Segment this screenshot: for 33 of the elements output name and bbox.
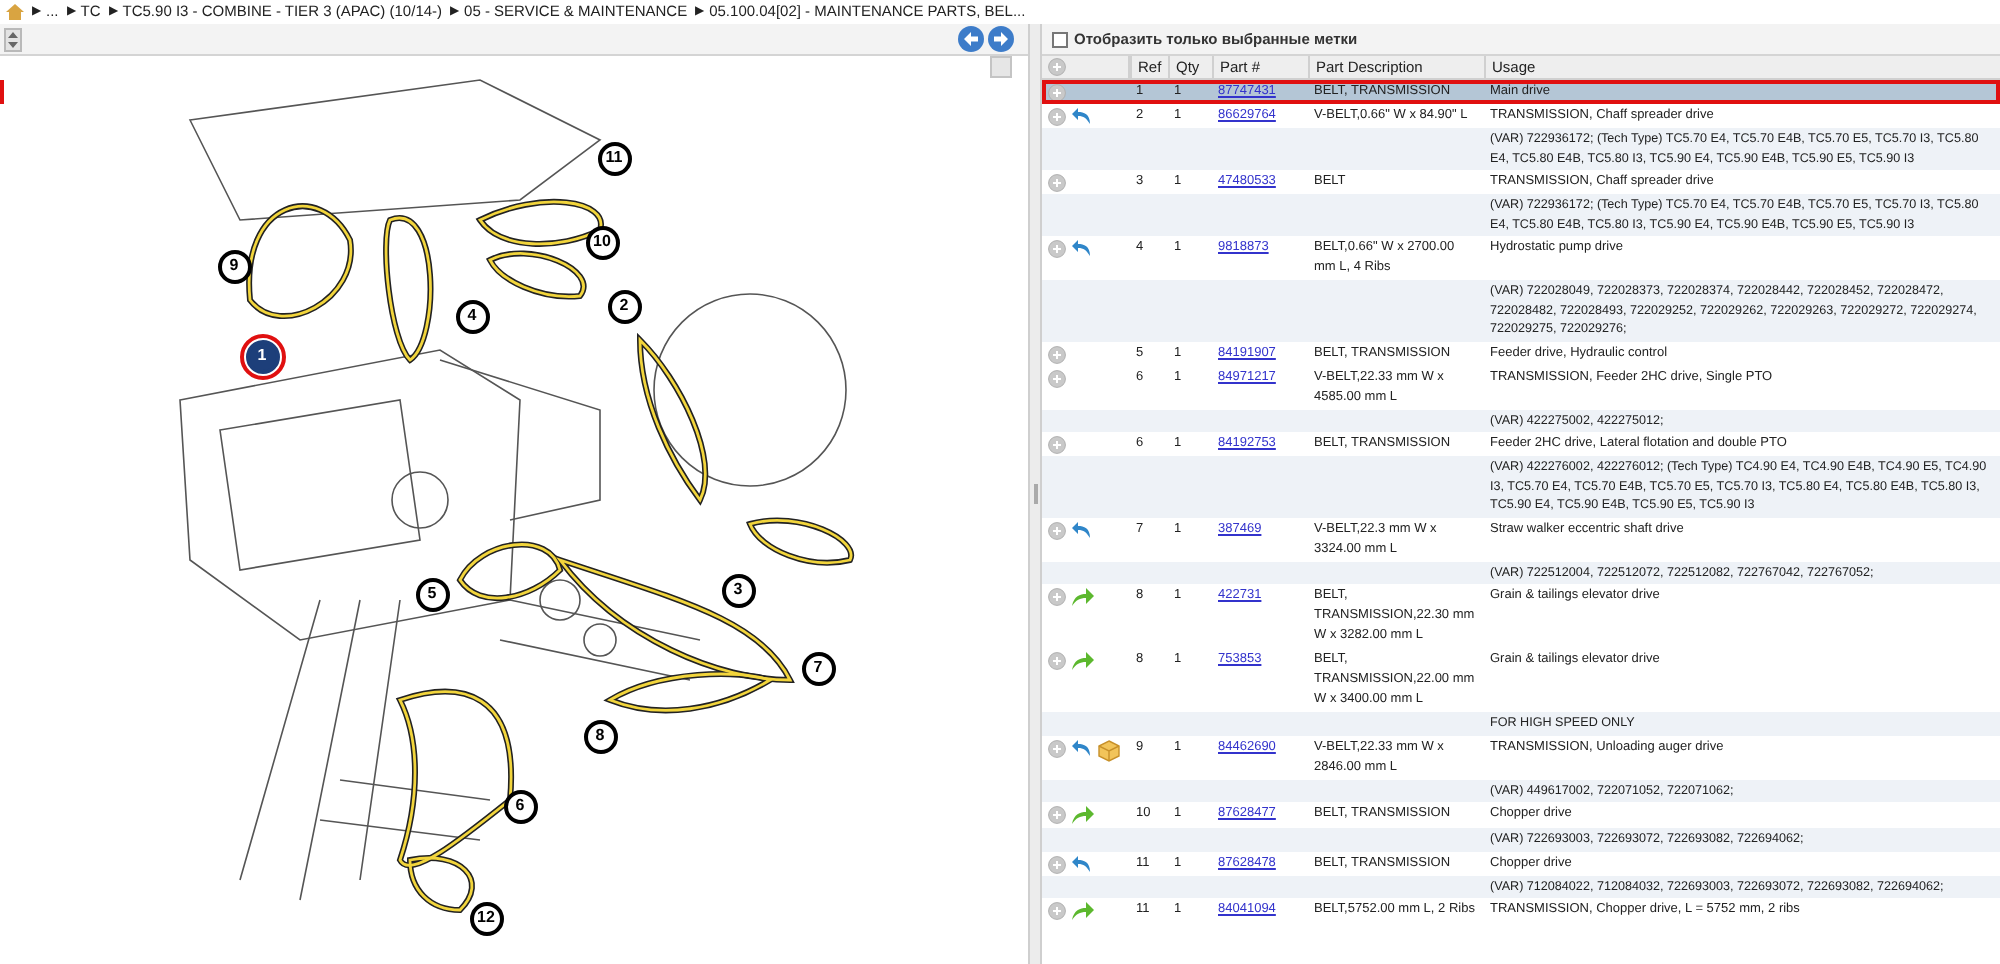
callout-number[interactable]: 6 bbox=[503, 789, 537, 823]
callout-number[interactable]: 9 bbox=[217, 249, 251, 283]
curved-arrow-icon bbox=[1072, 739, 1092, 757]
left-arrow-icon bbox=[964, 32, 978, 46]
callout-number[interactable]: 12 bbox=[469, 901, 503, 935]
curved-arrow-icon bbox=[1072, 108, 1092, 126]
callout-number[interactable]: 5 bbox=[415, 577, 449, 611]
next-button[interactable] bbox=[988, 26, 1014, 52]
callout-number[interactable]: 1 bbox=[245, 339, 279, 373]
callout-number[interactable]: 8 bbox=[583, 719, 617, 753]
filter-checkbox[interactable] bbox=[1052, 31, 1068, 47]
callout-number[interactable]: 3 bbox=[721, 573, 755, 607]
arrows-icon bbox=[8, 31, 18, 47]
expand-view-button[interactable] bbox=[4, 27, 22, 51]
callout-number[interactable]: 7 bbox=[801, 651, 835, 685]
expand-icon[interactable] bbox=[1048, 84, 1066, 102]
forward-arrow-icon bbox=[1072, 588, 1094, 608]
callout-number[interactable]: 10 bbox=[585, 225, 619, 259]
forward-arrow-icon bbox=[1072, 652, 1094, 672]
right-arrow-icon bbox=[994, 32, 1008, 46]
curved-arrow-icon bbox=[1072, 855, 1092, 873]
forward-arrow-icon bbox=[1072, 902, 1094, 922]
selection-marker bbox=[0, 80, 4, 104]
curved-arrow-icon bbox=[1072, 240, 1092, 258]
previous-button[interactable] bbox=[958, 26, 984, 52]
forward-arrow-icon bbox=[1072, 806, 1094, 826]
callout-number[interactable]: 4 bbox=[455, 299, 489, 333]
callout-number[interactable]: 11 bbox=[597, 141, 631, 175]
home-icon[interactable] bbox=[6, 4, 24, 20]
callout-number[interactable]: 2 bbox=[607, 289, 641, 323]
package-icon bbox=[1098, 739, 1120, 761]
scroll-button[interactable] bbox=[990, 56, 1012, 78]
curved-arrow-icon bbox=[1072, 521, 1092, 539]
